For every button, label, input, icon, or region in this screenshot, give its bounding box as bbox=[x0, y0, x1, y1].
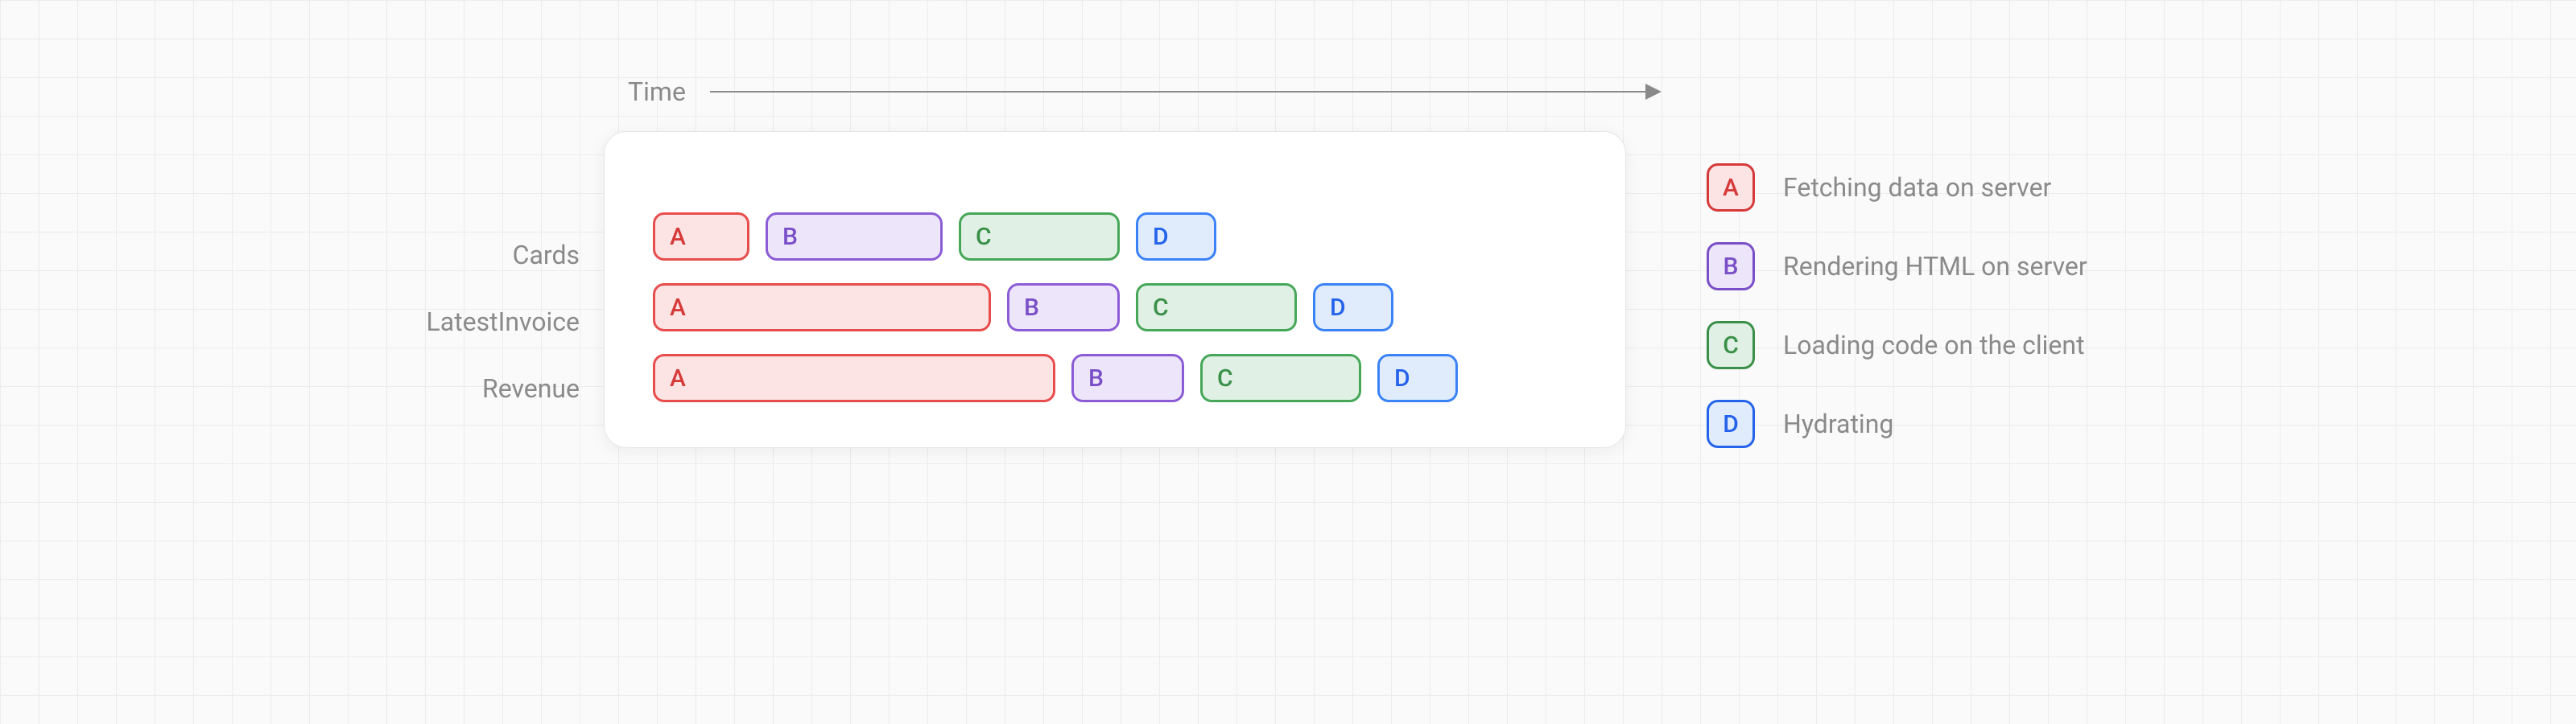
legend-text-a: Fetching data on server bbox=[1783, 172, 2051, 203]
phase-b-block: B bbox=[1007, 283, 1120, 331]
timeline-row-latestinvoice: A B C D bbox=[653, 283, 1577, 331]
phase-a-block: A bbox=[653, 354, 1055, 402]
legend-text-c: Loading code on the client bbox=[1783, 330, 2085, 360]
timeline-row-revenue: A B C D bbox=[653, 354, 1577, 402]
legend-text-d: Hydrating bbox=[1783, 409, 1893, 439]
legend-badge-b: B bbox=[1707, 242, 1755, 290]
diagram-container: Time Cards LatestInvoice Revenue A B C D bbox=[378, 76, 2198, 448]
phase-d-block: D bbox=[1313, 283, 1393, 331]
arrow-head-icon bbox=[1645, 84, 1662, 100]
legend-item-d: D Hydrating bbox=[1707, 400, 2087, 448]
time-axis: Time bbox=[628, 76, 2198, 107]
row-labels: Cards LatestInvoice Revenue bbox=[378, 131, 604, 448]
legend-item-a: A Fetching data on server bbox=[1707, 163, 2087, 212]
phase-c-block: C bbox=[1200, 354, 1361, 402]
row-label-cards: Cards bbox=[378, 240, 580, 270]
legend-item-c: C Loading code on the client bbox=[1707, 321, 2087, 369]
timeline-row-cards: A B C D bbox=[653, 212, 1577, 261]
main-area: Cards LatestInvoice Revenue A B C D A B … bbox=[378, 131, 2198, 448]
row-label-latestinvoice: LatestInvoice bbox=[378, 306, 580, 337]
legend-badge-d: D bbox=[1707, 400, 1755, 448]
legend-badge-a: A bbox=[1707, 163, 1755, 212]
legend-item-b: B Rendering HTML on server bbox=[1707, 242, 2087, 290]
phase-b-block: B bbox=[766, 212, 943, 261]
phase-a-block: A bbox=[653, 283, 991, 331]
phase-d-block: D bbox=[1377, 354, 1458, 402]
legend-badge-c: C bbox=[1707, 321, 1755, 369]
time-axis-label: Time bbox=[628, 76, 686, 107]
legend-text-b: Rendering HTML on server bbox=[1783, 251, 2087, 282]
phase-b-block: B bbox=[1071, 354, 1184, 402]
phase-d-block: D bbox=[1136, 212, 1216, 261]
arrow-line bbox=[710, 91, 1660, 93]
legend: A Fetching data on server B Rendering HT… bbox=[1707, 131, 2087, 448]
row-label-revenue: Revenue bbox=[378, 373, 580, 404]
phase-c-block: C bbox=[1136, 283, 1297, 331]
timeline-rows: A B C D A B C D A B C D bbox=[653, 212, 1577, 402]
phase-c-block: C bbox=[959, 212, 1120, 261]
phase-a-block: A bbox=[653, 212, 749, 261]
timeline-card: A B C D A B C D A B C D bbox=[604, 131, 1626, 448]
